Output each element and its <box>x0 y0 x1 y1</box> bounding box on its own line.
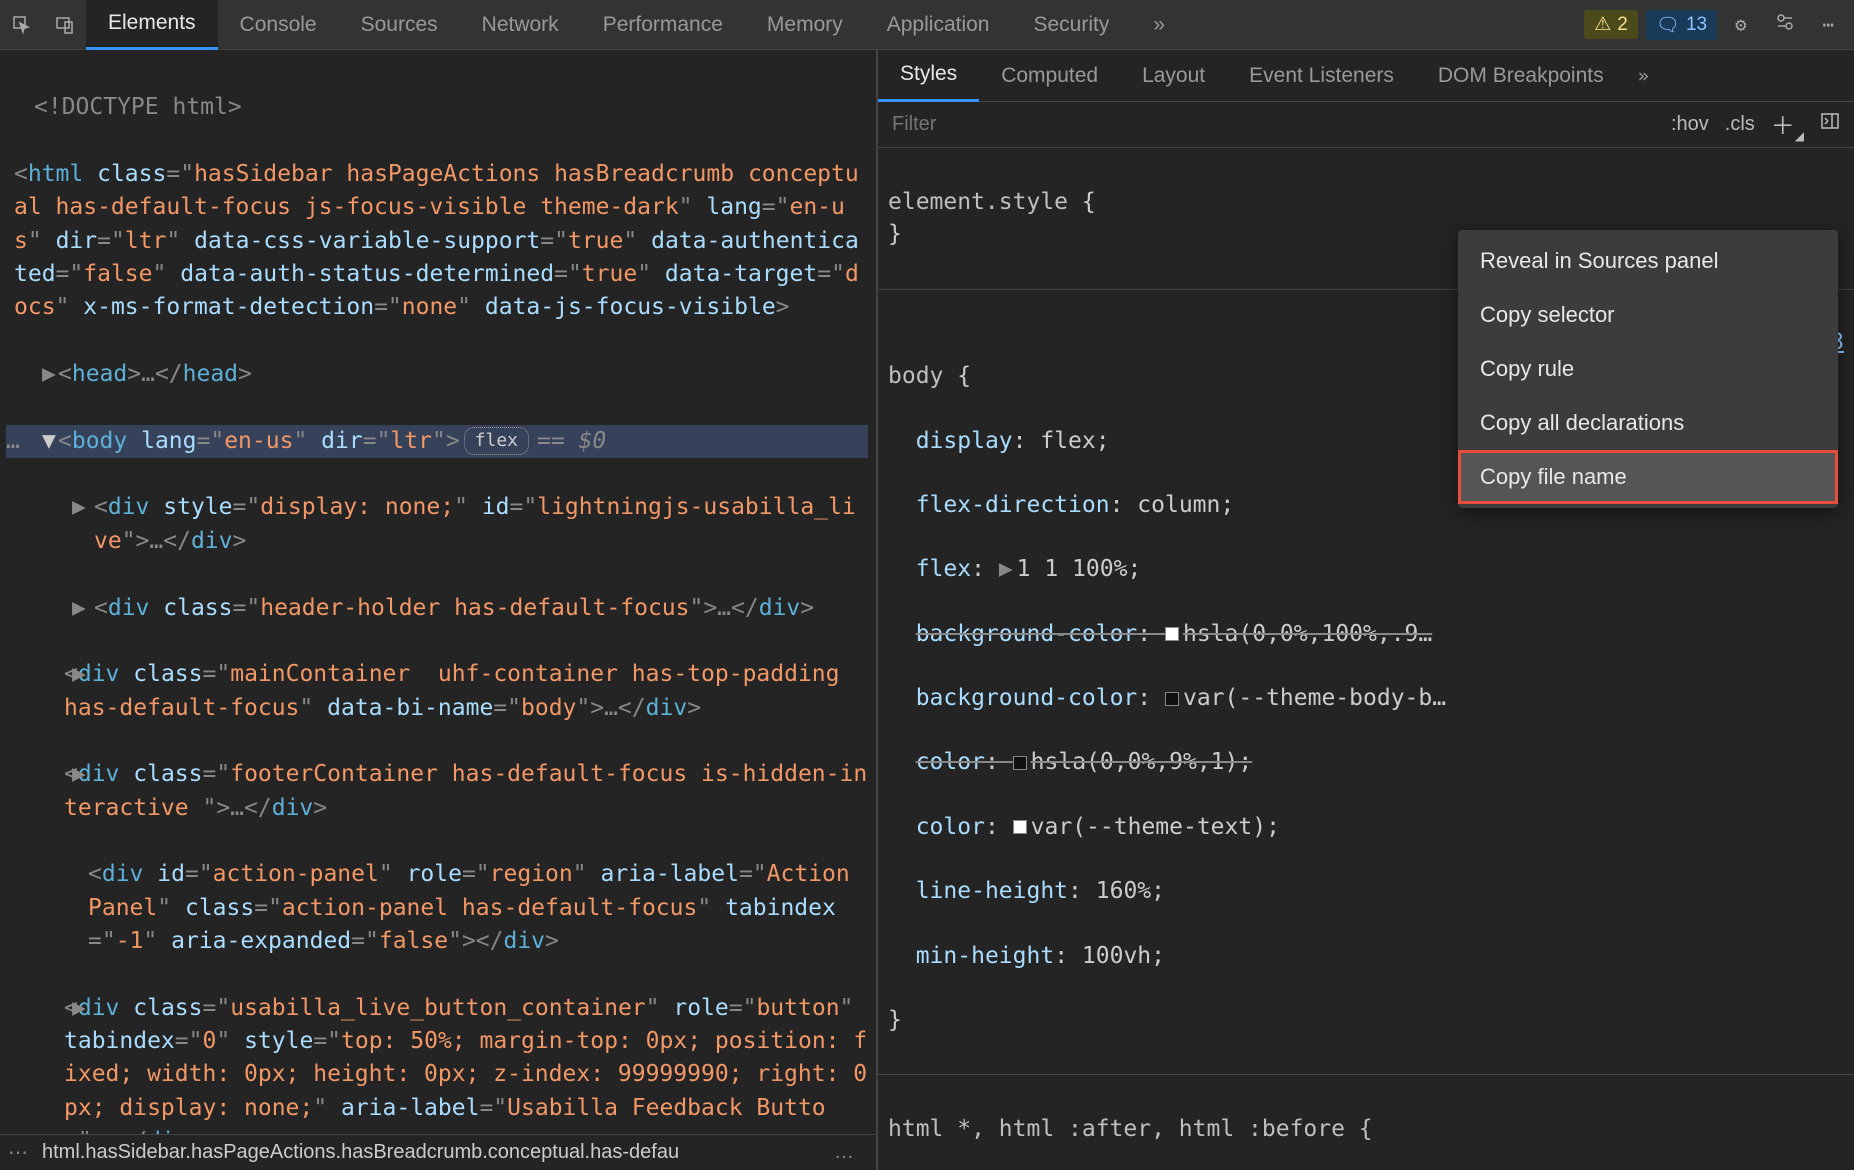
cls-toggle[interactable]: .cls <box>1725 113 1755 136</box>
breadcrumb-overflow-icon[interactable]: ⋯ <box>8 1140 42 1165</box>
breadcrumb-trail-icon: … <box>834 1141 868 1164</box>
expand-arrow-icon[interactable]: ▶ <box>72 658 86 691</box>
computed-sidebar-icon[interactable] <box>1820 111 1840 137</box>
info-badge[interactable]: 🗨 13 <box>1646 10 1717 40</box>
new-rule-icon[interactable]: ＋◢ <box>1771 106 1804 143</box>
info-count: 13 <box>1686 14 1707 36</box>
breadcrumb-path[interactable]: html.hasSidebar.hasPageActions.hasBreadc… <box>42 1141 834 1164</box>
tab-event-listeners[interactable]: Event Listeners <box>1227 50 1416 102</box>
context-copy-selector[interactable]: Copy selector <box>1458 288 1838 342</box>
expand-arrow-icon[interactable]: ▶ <box>42 358 56 391</box>
inspect-icon[interactable] <box>0 0 43 50</box>
main-toolbar: Elements Console Sources Network Perform… <box>0 0 1854 50</box>
dom-head[interactable]: ▶<head>…</head> <box>6 358 868 391</box>
color-swatch-icon[interactable] <box>1165 627 1179 641</box>
flex-badge[interactable]: flex <box>464 427 529 455</box>
tab-console[interactable]: Console <box>218 0 339 50</box>
context-menu: Reveal in Sources panel Copy selector Co… <box>1458 230 1838 508</box>
breadcrumb[interactable]: ⋯ html.hasSidebar.hasPageActions.hasBrea… <box>0 1134 876 1170</box>
tab-computed[interactable]: Computed <box>979 50 1120 102</box>
customise-icon[interactable] <box>1765 12 1805 37</box>
elements-panel: <!DOCTYPE html> <html class="hasSidebar … <box>0 50 878 1170</box>
warning-badge[interactable]: ⚠ 2 <box>1584 10 1638 39</box>
tab-application[interactable]: Application <box>865 0 1012 50</box>
expand-arrow-icon[interactable]: ▶ <box>72 758 86 791</box>
styles-panel: Styles Computed Layout Event Listeners D… <box>878 50 1854 1170</box>
sidebar-tabs: Styles Computed Layout Event Listeners D… <box>878 50 1854 102</box>
context-copy-rule[interactable]: Copy rule <box>1458 342 1838 396</box>
expand-arrow-icon[interactable]: ▶ <box>72 491 86 524</box>
tab-performance[interactable]: Performance <box>581 0 745 50</box>
warning-count: 2 <box>1617 14 1628 36</box>
dom-html-open[interactable]: <html class="hasSidebar hasPageActions h… <box>6 158 868 325</box>
dom-div-usabilla[interactable]: ▶<div style="display: none;" id="lightni… <box>6 491 868 558</box>
dom-doctype[interactable]: <!DOCTYPE html> <box>6 91 868 124</box>
settings-icon[interactable]: ⚙ <box>1725 14 1756 36</box>
dom-div-footer[interactable]: ▶<div class="footerContainer has-default… <box>6 758 868 825</box>
dom-div-main[interactable]: ▶<div class="mainContainer uhf-container… <box>6 658 868 725</box>
expand-arrow-icon[interactable]: ▶ <box>72 992 86 1025</box>
color-swatch-icon[interactable] <box>1013 820 1027 834</box>
tab-security[interactable]: Security <box>1011 0 1131 50</box>
selected-node-indicator: == $0 <box>537 428 606 454</box>
tab-overflow-icon[interactable]: » <box>1131 0 1187 50</box>
color-swatch-icon[interactable] <box>1013 756 1027 770</box>
dom-tree[interactable]: <!DOCTYPE html> <html class="hasSidebar … <box>0 50 876 1134</box>
tab-layout[interactable]: Layout <box>1120 50 1227 102</box>
device-toggle-icon[interactable] <box>43 0 86 50</box>
collapse-arrow-icon[interactable]: ▼ <box>42 425 56 458</box>
expand-arrow-icon[interactable]: ▶ <box>72 592 86 625</box>
dom-div-action-panel[interactable]: <div id="action-panel" role="region" ari… <box>6 858 868 958</box>
tab-dom-breakpoints[interactable]: DOM Breakpoints <box>1416 50 1626 102</box>
context-copy-file-name[interactable]: Copy file name <box>1458 450 1838 504</box>
dom-body-open[interactable]: …▼<body lang="en-us" dir="ltr">flex== $0 <box>6 425 868 458</box>
context-copy-declarations[interactable]: Copy all declarations <box>1458 396 1838 450</box>
hov-toggle[interactable]: :hov <box>1671 113 1709 136</box>
tab-network[interactable]: Network <box>460 0 581 50</box>
filter-bar: :hov .cls ＋◢ <box>878 102 1854 148</box>
context-reveal-sources[interactable]: Reveal in Sources panel <box>1458 234 1838 288</box>
dom-div-feedback-button[interactable]: ▶<div class="usabilla_live_button_contai… <box>6 992 868 1134</box>
color-swatch-icon[interactable] <box>1165 692 1179 706</box>
tab-styles[interactable]: Styles <box>878 50 979 102</box>
filter-input[interactable] <box>878 113 1671 136</box>
tab-memory[interactable]: Memory <box>745 0 865 50</box>
tab-elements[interactable]: Elements <box>86 0 218 50</box>
more-icon[interactable]: ⋯ <box>1813 14 1844 36</box>
tabs-overflow-icon[interactable]: » <box>1626 65 1661 87</box>
dom-div-header[interactable]: ▶<div class="header-holder has-default-f… <box>6 592 868 625</box>
tab-sources[interactable]: Sources <box>339 0 460 50</box>
boxsizing-rule[interactable]: html *, html :after, html :before { box-… <box>878 1075 1854 1170</box>
